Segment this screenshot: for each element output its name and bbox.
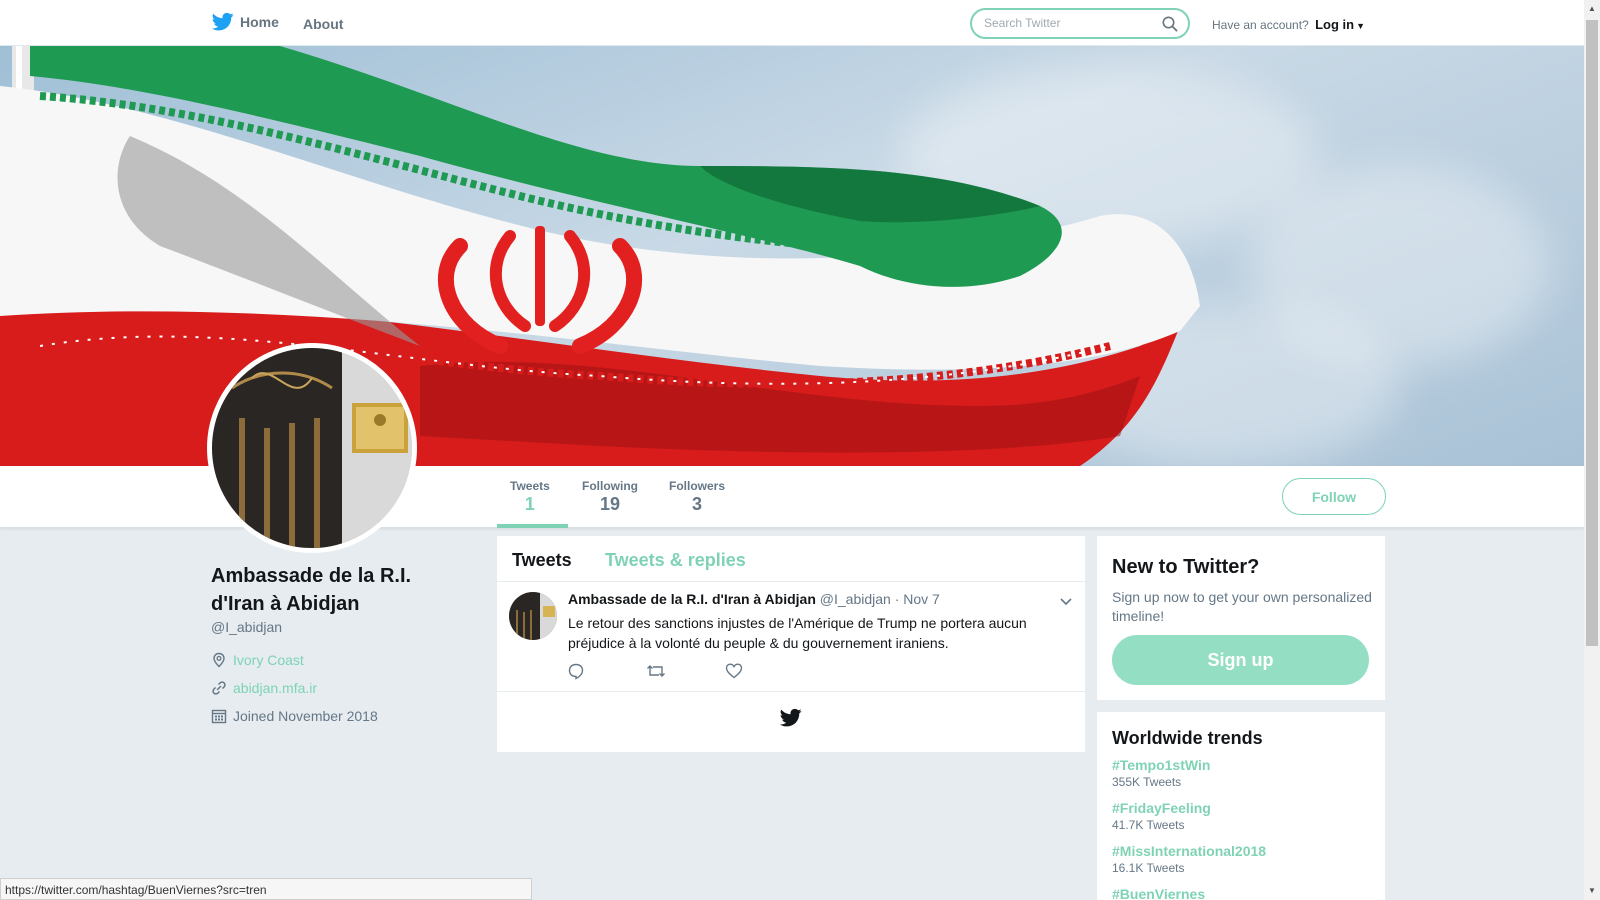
tab-tweets-and-replies[interactable]: Tweets & replies	[605, 550, 746, 571]
twitter-bird-icon[interactable]	[779, 708, 802, 733]
reply-icon[interactable]	[567, 662, 585, 685]
active-stat-underline	[497, 524, 568, 528]
scroll-down-arrow-icon[interactable]: ▼	[1588, 886, 1596, 895]
trends-title: Worldwide trends	[1112, 728, 1263, 748]
signup-button[interactable]: Sign up	[1112, 635, 1369, 685]
stat-followers-value: 3	[692, 494, 703, 514]
calendar-icon	[211, 709, 227, 724]
caret-down-icon: ▼	[1356, 21, 1365, 31]
profile-website: abidjan.mfa.ir	[211, 680, 317, 696]
tweet-author-name[interactable]: Ambassade de la R.I. d'Iran à Abidjan	[568, 591, 816, 607]
signup-card: New to Twitter? Sign up now to get your …	[1097, 536, 1385, 700]
chevron-down-icon[interactable]	[1059, 594, 1073, 612]
nav-home-link[interactable]: Home	[212, 12, 279, 32]
stat-tweets[interactable]: Tweets 1	[510, 479, 550, 515]
browser-status-bar: https://twitter.com/hashtag/BuenViernes?…	[0, 878, 532, 900]
trends-card: Worldwide trends #Tempo1stWin 355K Tweet…	[1097, 712, 1385, 900]
tweet-item[interactable]: Ambassade de la R.I. d'Iran à Abidjan @I…	[497, 582, 1085, 692]
nav-home-label: Home	[240, 14, 279, 30]
trend-tag[interactable]: #BuenViernes	[1112, 886, 1205, 900]
timeline: Tweets Tweets & replies Ambassade de la …	[497, 536, 1085, 752]
login-link[interactable]: Log in ▼	[1315, 17, 1365, 32]
tweet-author-avatar[interactable]	[509, 592, 557, 640]
account-area: Have an account? Log in ▼	[1212, 17, 1365, 32]
signup-text: Sign up now to get your own personalized…	[1112, 589, 1372, 624]
nav-about-link[interactable]: About	[303, 16, 343, 32]
stat-following-label: Following	[582, 479, 638, 493]
trend-item[interactable]: #Tempo1stWin 355K Tweets	[1112, 757, 1210, 789]
tweet-header: Ambassade de la R.I. d'Iran à Abidjan @I…	[568, 591, 940, 607]
scroll-up-arrow-icon[interactable]: ▲	[1588, 4, 1596, 13]
page-scrollbar[interactable]: ▲ ▼	[1584, 0, 1600, 900]
location-link[interactable]: Ivory Coast	[233, 652, 304, 668]
profile-handle: @I_abidjan	[211, 619, 283, 635]
location-pin-icon	[213, 652, 225, 668]
retweet-icon[interactable]	[646, 662, 666, 685]
stat-following-value: 19	[599, 494, 621, 514]
stat-tweets-value: 1	[524, 494, 535, 514]
trend-item[interactable]: #MissInternational2018 16.1K Tweets	[1112, 843, 1266, 875]
tweet-date[interactable]: · Nov 7	[895, 591, 940, 607]
follow-button[interactable]: Follow	[1282, 478, 1386, 515]
account-prompt: Have an account?	[1212, 18, 1309, 32]
link-icon	[212, 681, 226, 695]
login-label: Log in	[1315, 17, 1355, 32]
trend-count: 16.1K Tweets	[1112, 861, 1185, 875]
search-input[interactable]	[984, 16, 1154, 30]
top-nav: Home About Have an account? Log in▼	[0, 0, 1584, 46]
trend-item[interactable]: #BuenViernes	[1112, 886, 1205, 900]
stat-followers-label: Followers	[669, 479, 726, 493]
trend-tag[interactable]: #FridayFeeling	[1112, 800, 1211, 816]
trend-count: 355K Tweets	[1112, 775, 1182, 789]
profile-joined: Joined November 2018	[211, 708, 378, 724]
timeline-tabs: Tweets Tweets & replies	[497, 536, 1085, 582]
stat-following[interactable]: Following 19	[582, 479, 638, 515]
trend-tag[interactable]: #MissInternational2018	[1112, 843, 1266, 859]
avatar-image	[212, 348, 412, 548]
profile-name: Ambassade de la R.I. d'Iran à Abidjan	[211, 565, 412, 615]
search-box[interactable]	[970, 8, 1190, 39]
joined-date: Joined November 2018	[233, 708, 378, 724]
stat-tweets-label: Tweets	[510, 479, 550, 493]
trend-count: 41.7K Tweets	[1112, 818, 1185, 832]
profile-location: Ivory Coast	[211, 652, 304, 668]
trend-tag[interactable]: #Tempo1stWin	[1112, 757, 1210, 773]
trend-item[interactable]: #FridayFeeling 41.7K Tweets	[1112, 800, 1211, 832]
twitter-bird-icon	[212, 12, 234, 31]
heart-icon[interactable]	[725, 662, 743, 685]
website-link[interactable]: abidjan.mfa.ir	[233, 680, 317, 696]
tweet-author-handle[interactable]: @I_abidjan	[820, 591, 891, 607]
stat-followers[interactable]: Followers 3	[669, 479, 725, 515]
avatar-image	[509, 592, 557, 640]
signup-title: New to Twitter?	[1112, 556, 1260, 578]
profile-avatar[interactable]	[207, 343, 417, 553]
search-icon[interactable]	[1162, 16, 1178, 32]
tab-tweets[interactable]: Tweets	[512, 550, 572, 571]
tweet-text: Le retour des sanctions injustes de l'Am…	[568, 615, 1027, 651]
scrollbar-thumb[interactable]	[1586, 20, 1598, 646]
